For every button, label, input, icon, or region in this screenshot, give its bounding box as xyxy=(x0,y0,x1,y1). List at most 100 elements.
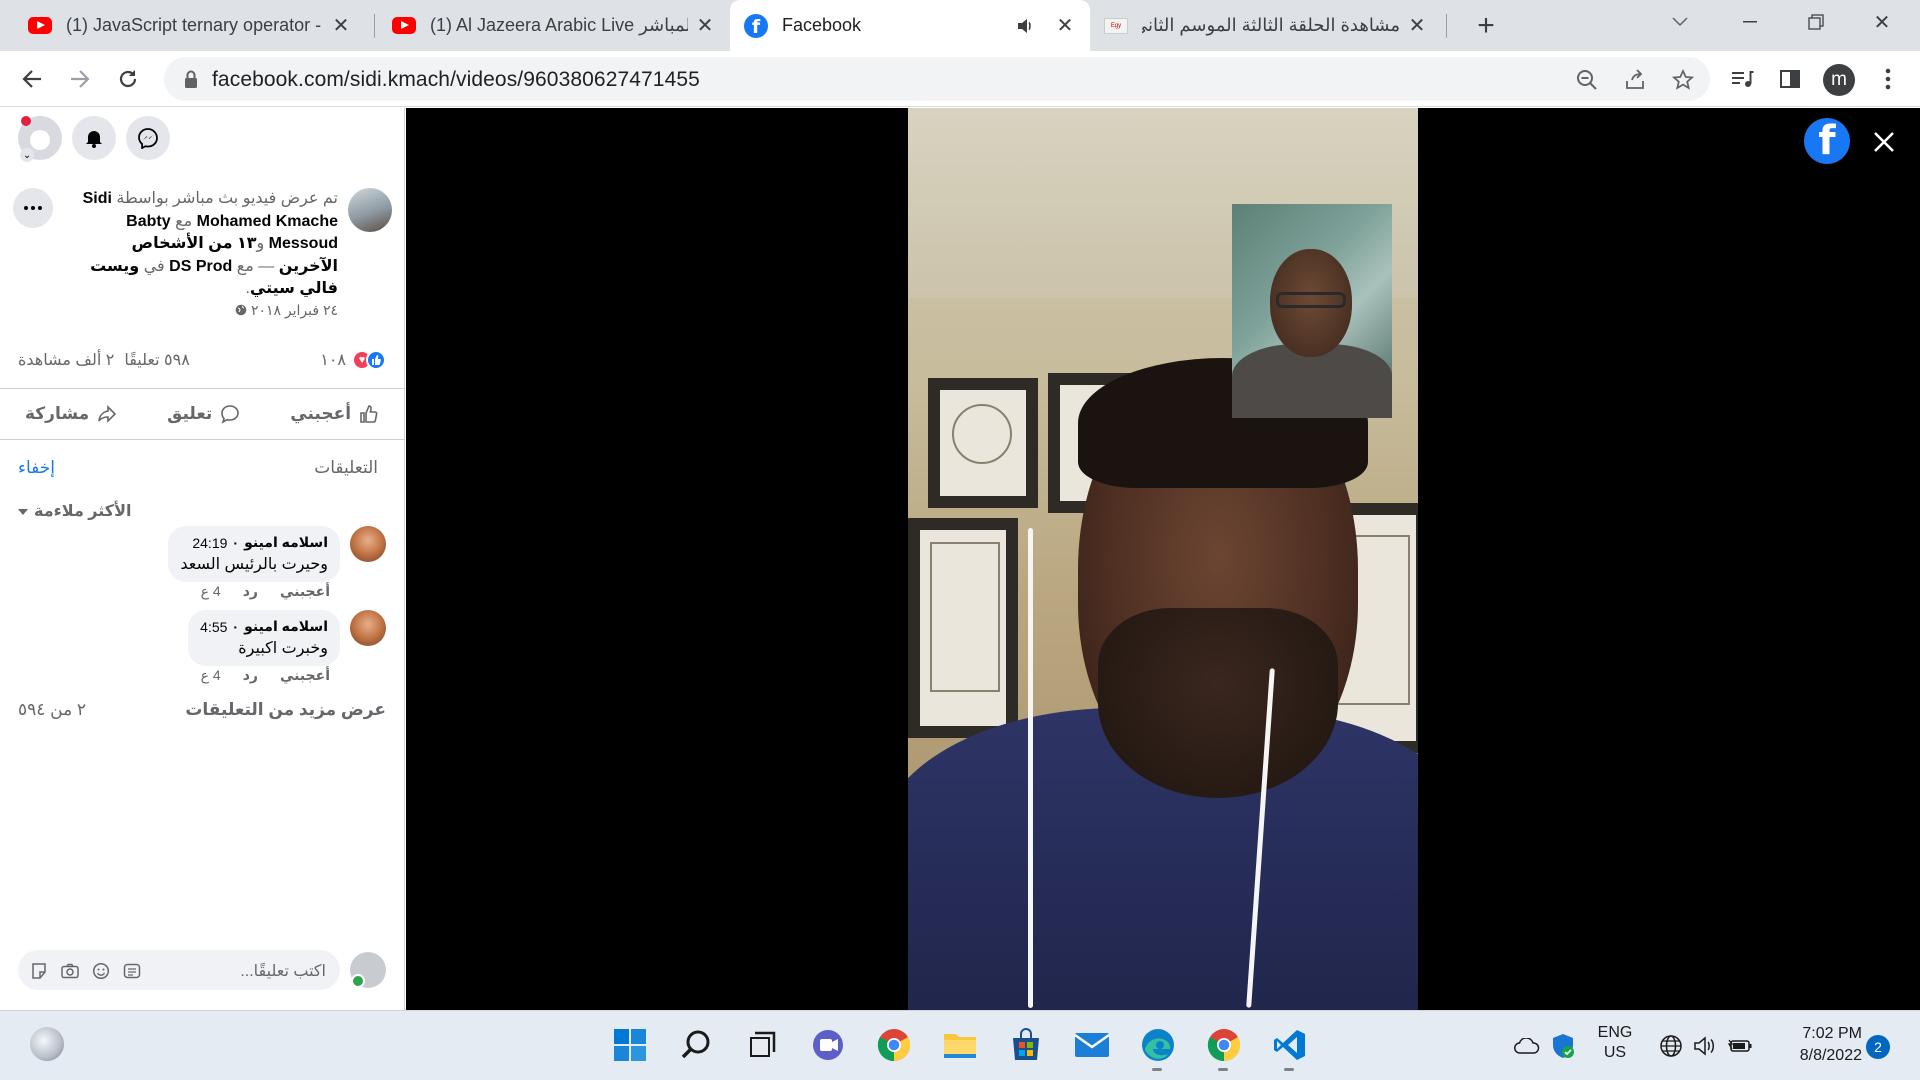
weather-widget-icon[interactable] xyxy=(30,1027,64,1061)
post-and-word: و xyxy=(256,235,265,252)
minimize-button[interactable] xyxy=(1720,0,1780,44)
battery-icon[interactable] xyxy=(1726,1029,1756,1063)
hide-comments-link[interactable]: إخفاء xyxy=(18,458,55,478)
zoom-icon[interactable] xyxy=(1574,67,1600,93)
tab-egybest[interactable]: Egy مشاهدة الحلقة الثالثة الموسم الثاني … xyxy=(1090,0,1442,51)
windows-start-icon[interactable] xyxy=(610,1025,650,1065)
post-in-word: في xyxy=(143,257,165,275)
tab-separator xyxy=(1446,14,1447,38)
account-avatar[interactable]: ⌄ xyxy=(18,116,62,162)
view-more-comments-link[interactable]: عرض مزيد من التعليقات xyxy=(185,700,386,720)
mail-icon[interactable] xyxy=(1072,1025,1112,1065)
globe-icon xyxy=(235,303,247,319)
language-indicator[interactable]: ENG US xyxy=(1590,1023,1640,1063)
sort-dropdown[interactable]: الأكثر ملاءمة xyxy=(18,501,131,521)
tab-facebook[interactable]: f Facebook ✕ xyxy=(730,0,1090,51)
volume-icon[interactable] xyxy=(1690,1029,1720,1063)
tab-al-jazeera[interactable]: (1) Al Jazeera Arabic Live المباشر ✕ xyxy=(378,0,730,51)
video-player[interactable]: f xyxy=(406,108,1920,1010)
chrome-icon[interactable] xyxy=(874,1025,914,1065)
notifications-bell-icon[interactable] xyxy=(72,116,116,160)
network-globe-icon[interactable] xyxy=(1656,1029,1686,1063)
picture-in-picture-caller[interactable] xyxy=(1232,204,1392,418)
onedrive-cloud-icon[interactable] xyxy=(1512,1029,1542,1063)
facebook-icon: f xyxy=(744,13,768,38)
reload-button[interactable] xyxy=(108,59,148,99)
close-tab-icon[interactable]: ✕ xyxy=(1054,15,1076,37)
forward-button[interactable] xyxy=(60,59,100,99)
commenter-avatar[interactable] xyxy=(350,610,386,646)
back-button[interactable] xyxy=(12,59,52,99)
system-clock[interactable]: 7:02 PM 8/8/2022 xyxy=(1762,1023,1862,1067)
share-button[interactable]: مشاركة xyxy=(25,404,117,424)
current-user-avatar[interactable] xyxy=(350,952,386,988)
close-tab-icon[interactable]: ✕ xyxy=(694,15,716,37)
notification-dot xyxy=(21,116,31,126)
comment-like-button[interactable]: أعجبني xyxy=(280,583,330,600)
address-bar[interactable]: facebook.com/sidi.kmach/videos/960380627… xyxy=(164,57,1710,101)
task-view-icon[interactable] xyxy=(742,1025,782,1065)
app-running-indicator xyxy=(1284,1068,1294,1071)
commenter-name[interactable]: اسلامه امينو xyxy=(244,618,328,635)
commenter-name-row: اسلامه امينو · 4:55 xyxy=(200,618,328,635)
post-date[interactable]: ٢٤ فبراير ٢٠١٨ xyxy=(235,302,338,319)
facebook-logo-icon[interactable]: f xyxy=(1804,118,1850,164)
browser-tab-strip: (1) JavaScript ternary operator - Y ✕ (1… xyxy=(0,0,1920,51)
microsoft-store-icon[interactable] xyxy=(1006,1025,1046,1065)
reactions-summary[interactable]: ♥ ١٠٨ xyxy=(320,350,386,370)
share-icon[interactable] xyxy=(1622,67,1648,93)
chrome-icon[interactable] xyxy=(1204,1025,1244,1071)
close-video-icon[interactable] xyxy=(1864,122,1904,162)
security-shield-icon[interactable] xyxy=(1548,1029,1578,1063)
comment-video-timestamp[interactable]: 4:55 xyxy=(200,619,227,635)
vscode-icon[interactable] xyxy=(1270,1025,1310,1071)
new-tab-button[interactable]: + xyxy=(1466,6,1506,46)
comment-like-button[interactable]: أعجبني xyxy=(280,667,330,684)
tab-search-icon[interactable] xyxy=(1650,0,1710,44)
like-button[interactable]: أعجبني xyxy=(290,404,379,424)
sticker-icon[interactable] xyxy=(28,960,49,981)
comment-actions: أعجبني رد 4 ع xyxy=(201,583,330,600)
comment-reply-button[interactable]: رد xyxy=(243,667,258,684)
speaker-icon[interactable] xyxy=(1010,15,1040,37)
close-tab-icon[interactable]: ✕ xyxy=(1406,15,1428,37)
comment-actions: أعجبني رد 4 ع xyxy=(201,667,330,684)
profile-avatar[interactable]: m xyxy=(1823,64,1855,96)
close-tab-icon[interactable]: ✕ xyxy=(330,15,352,37)
comment-button[interactable]: تعليق xyxy=(167,404,240,424)
commenter-name[interactable]: اسلامه امينو xyxy=(244,534,328,551)
gif-icon[interactable] xyxy=(121,960,142,981)
tab-title: (1) JavaScript ternary operator - Y xyxy=(66,15,324,35)
tagged-page-link[interactable]: DS Prod xyxy=(169,258,232,275)
comment-age[interactable]: 4 ع xyxy=(201,583,221,600)
file-explorer-icon[interactable] xyxy=(940,1025,980,1065)
search-icon[interactable] xyxy=(676,1025,716,1065)
side-panel-icon[interactable] xyxy=(1774,63,1806,95)
teams-chat-icon[interactable] xyxy=(808,1025,848,1065)
messenger-icon[interactable] xyxy=(126,116,170,160)
comment-reply-button[interactable]: رد xyxy=(243,583,258,600)
post-sidebar: ⌄ تم عرض فيديو بث مباشر بواسطة Sidi Moha… xyxy=(0,108,405,1010)
comment-composer: اكتب تعليقًا... xyxy=(0,948,404,998)
comments-count[interactable]: ٥٩٨ تعليقًا xyxy=(124,350,190,370)
edge-icon[interactable] xyxy=(1138,1025,1178,1071)
comment-age[interactable]: 4 ع xyxy=(201,667,221,684)
window-close-button[interactable]: ✕ xyxy=(1852,0,1912,44)
lock-icon[interactable] xyxy=(180,68,202,90)
comment-text: وخبرت اكبيرة xyxy=(238,640,328,657)
more-options-icon[interactable] xyxy=(13,188,53,228)
notification-badge[interactable]: 2 xyxy=(1866,1035,1890,1059)
comment-input[interactable]: اكتب تعليقًا... xyxy=(18,950,340,990)
post-author-avatar[interactable] xyxy=(348,188,392,232)
media-control-icon[interactable] xyxy=(1726,63,1758,95)
comment-video-timestamp[interactable]: 24:19 xyxy=(192,535,227,551)
menu-kebab-icon[interactable] xyxy=(1872,63,1904,95)
engagement-counts: ٥٩٨ تعليقًا ٢ ألف مشاهدة xyxy=(18,350,190,370)
camera-icon[interactable] xyxy=(59,960,80,981)
tab-title: (1) Al Jazeera Arabic Live المباشر xyxy=(430,15,688,35)
bookmark-star-icon[interactable] xyxy=(1670,67,1696,93)
commenter-avatar[interactable] xyxy=(350,526,386,562)
restore-button[interactable] xyxy=(1786,0,1846,44)
emoji-icon[interactable] xyxy=(90,960,111,981)
tab-javascript-ternary[interactable]: (1) JavaScript ternary operator - Y ✕ xyxy=(14,0,366,51)
